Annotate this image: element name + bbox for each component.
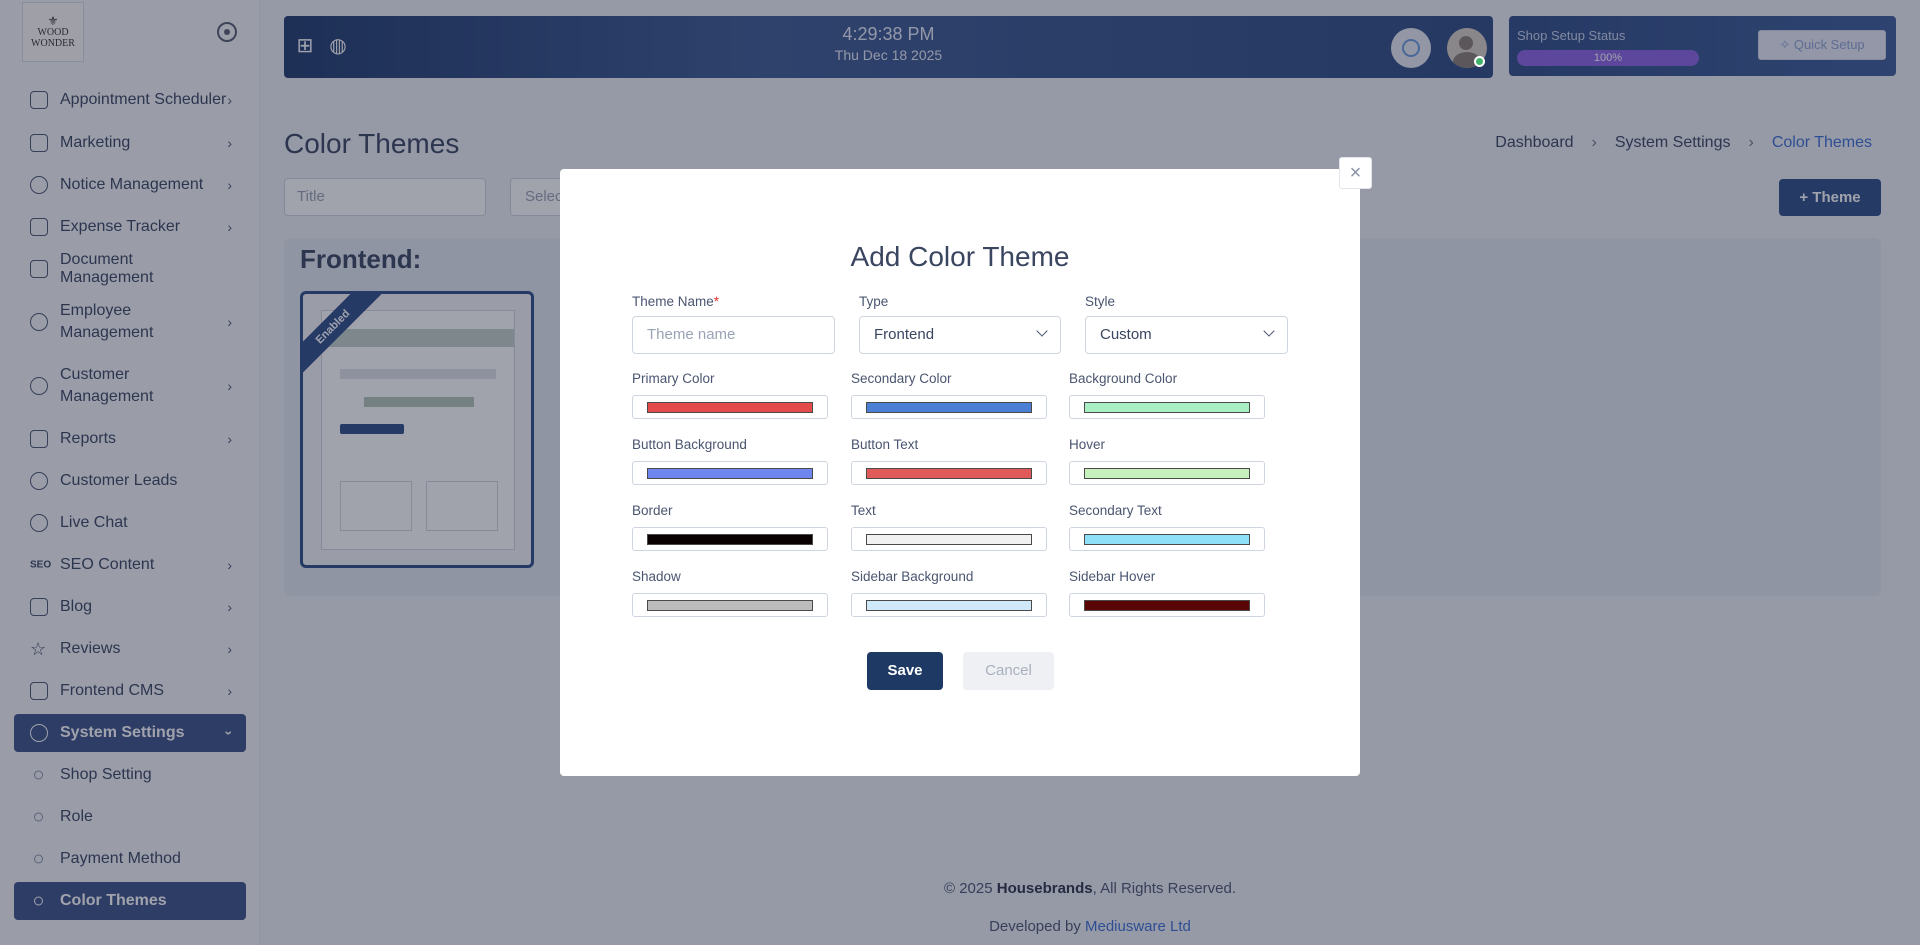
shadow-color-picker[interactable] xyxy=(632,593,828,617)
button-background-picker[interactable] xyxy=(632,461,828,485)
secondary-text-picker[interactable] xyxy=(1069,527,1265,551)
style-select[interactable]: Custom xyxy=(1085,316,1288,354)
color-label: Sidebar Hover xyxy=(1069,569,1156,584)
theme-name-label: Theme Name* xyxy=(632,294,719,309)
cancel-button[interactable]: Cancel xyxy=(963,652,1054,690)
modal-title: Add Color Theme xyxy=(850,241,1070,272)
text-color-picker[interactable] xyxy=(851,527,1047,551)
chevron-down-icon xyxy=(1263,325,1275,337)
color-swatch xyxy=(1084,402,1250,413)
color-swatch xyxy=(1084,534,1250,545)
sidebar-hover-picker[interactable] xyxy=(1069,593,1265,617)
color-swatch xyxy=(647,468,813,479)
type-select-value: Frontend xyxy=(874,326,935,343)
close-icon[interactable]: × xyxy=(1339,157,1372,189)
button-text-picker[interactable] xyxy=(851,461,1047,485)
color-swatch xyxy=(866,468,1032,479)
color-label: Background Color xyxy=(1069,371,1178,386)
required-marker: * xyxy=(713,294,720,309)
color-swatch xyxy=(1084,600,1250,611)
color-swatch xyxy=(866,600,1032,611)
theme-name-label-text: Theme Name xyxy=(632,294,714,309)
color-swatch xyxy=(866,534,1032,545)
chevron-down-icon xyxy=(1036,325,1048,337)
sidebar-background-picker[interactable] xyxy=(851,593,1047,617)
color-swatch xyxy=(647,402,813,413)
save-button[interactable]: Save xyxy=(867,652,943,690)
online-status-icon xyxy=(1474,56,1485,67)
style-select-value: Custom xyxy=(1100,326,1152,343)
color-swatch xyxy=(866,402,1032,413)
color-label: Shadow xyxy=(632,569,681,584)
add-color-theme-modal: Add Color Theme Theme Name* Theme name T… xyxy=(560,169,1360,776)
type-select[interactable]: Frontend xyxy=(859,316,1061,354)
style-label: Style xyxy=(1085,294,1116,309)
color-label: Sidebar Background xyxy=(851,569,974,584)
secondary-color-picker[interactable] xyxy=(851,395,1047,419)
color-swatch xyxy=(647,600,813,611)
color-label: Secondary Text xyxy=(1069,503,1162,518)
color-label: Primary Color xyxy=(632,371,715,386)
primary-color-picker[interactable] xyxy=(632,395,828,419)
color-label: Text xyxy=(851,503,876,518)
color-label: Secondary Color xyxy=(851,371,952,386)
theme-name-input[interactable]: Theme name xyxy=(632,316,835,354)
color-label: Border xyxy=(632,503,673,518)
color-label: Button Text xyxy=(851,437,919,452)
color-swatch xyxy=(647,534,813,545)
hover-color-picker[interactable] xyxy=(1069,461,1265,485)
color-swatch xyxy=(1084,468,1250,479)
color-label: Hover xyxy=(1069,437,1106,452)
color-label: Button Background xyxy=(632,437,747,452)
type-label: Type xyxy=(859,294,889,309)
border-color-picker[interactable] xyxy=(632,527,828,551)
background-color-picker[interactable] xyxy=(1069,395,1265,419)
